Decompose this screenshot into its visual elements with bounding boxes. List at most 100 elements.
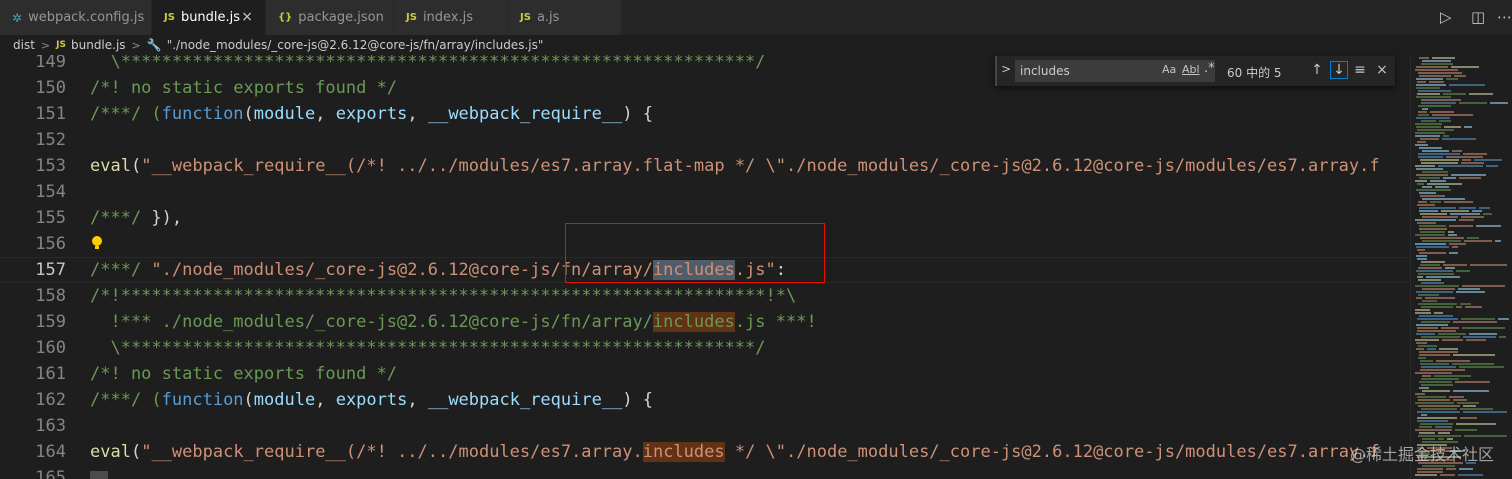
more-actions-icon[interactable]: ⋯ [1497,8,1512,26]
code-line: 158 /*!*********************************… [0,283,1410,309]
minimap-line [1435,426,1452,428]
minimap-line [1430,180,1446,182]
minimap-line [1462,285,1505,287]
minimap-line [1444,201,1473,203]
tab-webpack-config[interactable]: ✲ webpack.config.js [0,0,152,35]
close-icon[interactable]: × [241,9,253,25]
minimap-line [1443,177,1456,179]
minimap-line [1451,174,1486,176]
minimap-line [1453,321,1497,323]
minimap-line [1456,306,1462,308]
arrow-up-icon[interactable]: ↑ [1308,61,1326,79]
tab-a-js[interactable]: JS a.js [508,0,622,35]
minimap-line [1456,270,1470,272]
minimap-line [1479,207,1490,209]
minimap-line [1456,423,1496,425]
minimap-line [1420,360,1433,362]
whole-word-icon[interactable]: Abl [1182,63,1200,76]
line-number: 150 [35,78,66,98]
minimap-line [1416,342,1427,344]
minimap-line [1417,81,1426,83]
line-number: 151 [35,104,66,124]
minimap-line [1459,366,1504,368]
line-number: 164 [35,442,66,462]
run-icon[interactable]: ▷ [1440,8,1452,26]
minimap-line [1460,408,1493,410]
minimap-line [1467,237,1479,239]
minimap-line [1415,165,1435,167]
minimap-line [1416,291,1453,293]
breadcrumb-folder[interactable]: dist [13,38,35,52]
tab-bundle-js[interactable]: JS bundle.js × [152,0,266,35]
minimap-line [1415,69,1458,71]
minimap-line [1434,312,1443,314]
minimap-line [1422,375,1431,377]
wrench-icon: 🔧 [146,38,162,52]
code-text: /*! no static exports found */ [90,78,398,98]
minimap-line [1415,309,1430,311]
minimap[interactable] [1410,55,1512,479]
minimap-line [1438,165,1483,167]
toggle-replace-icon[interactable]: > [1001,62,1011,76]
minimap-line [1429,81,1444,83]
minimap-line [1419,351,1458,353]
close-icon[interactable]: × [1373,61,1391,79]
minimap-line [1419,387,1429,389]
minimap-line [1419,432,1435,434]
lightbulb-icon[interactable] [92,236,102,249]
minimap-line [1420,237,1464,239]
find-in-selection-icon[interactable]: ≡ [1351,61,1369,79]
tab-index-js[interactable]: JS index.js [394,0,508,35]
minimap-line [1436,360,1470,362]
minimap-line [1422,198,1465,200]
minimap-line [1438,432,1450,434]
minimap-line [1416,297,1422,299]
minimap-line [1422,438,1435,440]
minimap-line [1417,420,1448,422]
code-text: /***/ }), [90,208,183,228]
minimap-line [1466,339,1486,341]
minimap-line [1421,282,1444,284]
minimap-line [1422,60,1451,62]
minimap-line [1417,249,1425,251]
breadcrumb-symbol[interactable]: "./node_modules/_core-js@2.6.12@core-js/… [167,38,544,52]
tab-package-json[interactable]: {} package.json [266,0,394,35]
minimap-line [1416,189,1451,191]
js-file-icon: JS [520,12,531,23]
minimap-line [1420,231,1445,233]
minimap-line [1422,150,1449,152]
minimap-line [1439,348,1458,350]
minimap-line [1419,192,1436,194]
minimap-line [1416,78,1443,80]
minimap-line [1415,339,1439,341]
code-text: \***************************************… [90,55,766,72]
minimap-line [1461,318,1495,320]
match-case-icon[interactable]: Aa [1162,63,1176,76]
code-text: /*!*************************************… [90,286,797,306]
breadcrumb-file[interactable]: bundle.js [71,38,126,52]
regex-icon[interactable]: .* [1204,61,1215,76]
minimap-line [1449,396,1464,398]
minimap-line [1416,84,1446,86]
minimap-line [1446,156,1483,158]
minimap-line [1415,312,1431,314]
arrow-down-icon[interactable]: ↓ [1330,61,1348,79]
minimap-line [1419,75,1451,77]
minimap-line [1453,354,1495,356]
split-editor-icon[interactable]: ◫ [1471,8,1485,26]
minimap-line [1417,141,1426,143]
code-text: !*** ./node_modules/_core-js@2.6.12@core… [90,312,817,332]
code-text: eval("__webpack_require__(/*! ../../modu… [90,442,1380,462]
minimap-line [1454,75,1466,77]
line-number: 156 [35,234,66,254]
find-result-count: 60 中的 5 [1227,66,1282,80]
line-number: 149 [35,55,66,72]
minimap-line [1417,183,1424,185]
minimap-line [1417,258,1427,260]
minimap-line [1446,468,1456,470]
minimap-line [1418,294,1439,296]
minimap-line [1434,375,1471,377]
minimap-line [1486,165,1498,167]
minimap-line [1459,102,1487,104]
line-number: 163 [35,416,66,436]
